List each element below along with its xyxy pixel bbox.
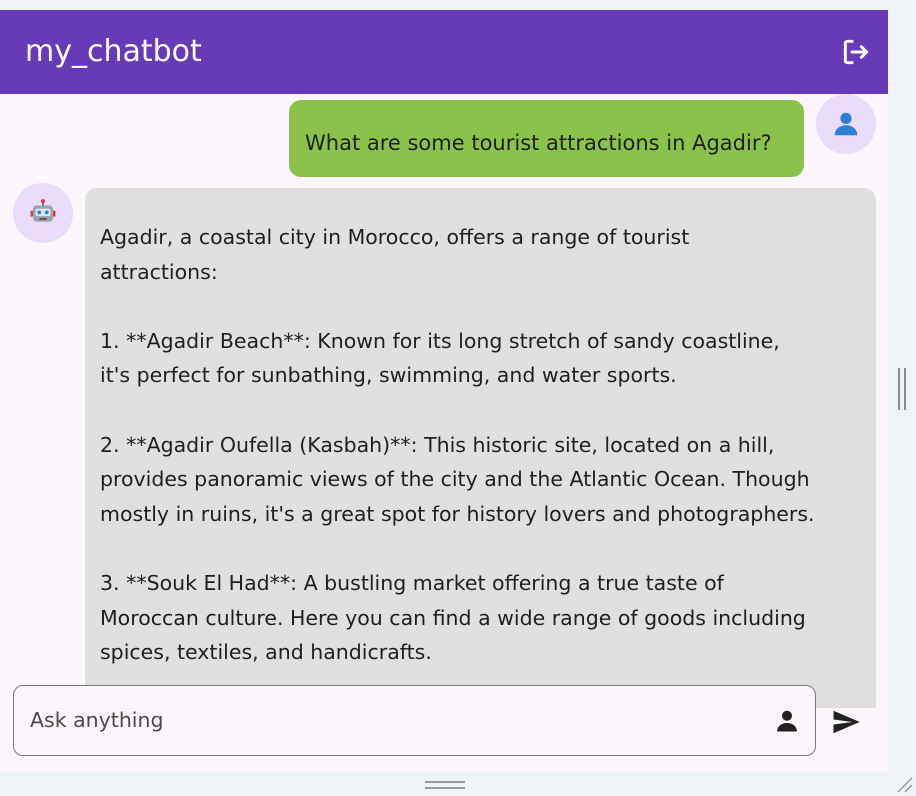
message-input-container <box>13 685 816 756</box>
user-message-bubble: What are some tourist attractions in Aga… <box>289 100 804 177</box>
bot-message-line: 3. **Souk El Had**: A bustling market of… <box>100 570 724 595</box>
handle-line <box>904 368 906 410</box>
app-title: my_chatbot <box>25 34 202 69</box>
bot-message-line: 1. **Agadir Beach**: Known for its long … <box>100 328 780 353</box>
send-button[interactable] <box>824 702 868 742</box>
handle-line <box>898 368 900 410</box>
horizontal-resize-handle[interactable] <box>425 779 465 791</box>
bot-message-line: Moroccan culture. Here you can find a wi… <box>100 605 806 630</box>
bot-message-line: spices, textiles, and handicrafts. <box>100 640 432 665</box>
user-message-text: What are some tourist attractions in Aga… <box>305 131 772 155</box>
bot-avatar <box>13 183 73 243</box>
person-button[interactable] <box>772 706 802 736</box>
bot-message-bubble: Agadir, a coastal city in Morocco, offer… <box>85 188 876 708</box>
app-bar: my_chatbot <box>0 10 888 94</box>
bot-message-line: provides panoramic views of the city and… <box>100 467 810 492</box>
chat-window: my_chatbot What are some tourist attract… <box>0 10 888 772</box>
bot-message-line <box>100 289 862 324</box>
bot-message-line: mostly in ruins, it's a great spot for h… <box>100 501 815 526</box>
message-input[interactable] <box>30 698 750 742</box>
person-icon <box>777 710 797 732</box>
send-icon <box>833 710 860 734</box>
handle-line <box>425 781 465 783</box>
logout-icon <box>843 39 869 65</box>
robot-icon <box>30 199 56 222</box>
user-avatar <box>816 94 876 154</box>
bot-message-line: attractions: <box>100 259 218 284</box>
logout-button[interactable] <box>836 34 876 70</box>
bot-message-line <box>100 531 862 566</box>
resize-grip-icon[interactable] <box>892 772 914 794</box>
bot-message-line: Agadir, a coastal city in Morocco, offer… <box>100 225 690 249</box>
handle-line <box>425 787 465 789</box>
person-icon <box>834 112 858 136</box>
bot-message-line: 2. **Agadir Oufella (Kasbah)**: This his… <box>100 432 775 457</box>
bot-message-line: it's perfect for sunbathing, swimming, a… <box>100 363 677 388</box>
bot-message-line <box>100 393 862 428</box>
vertical-resize-handle[interactable] <box>898 368 908 410</box>
